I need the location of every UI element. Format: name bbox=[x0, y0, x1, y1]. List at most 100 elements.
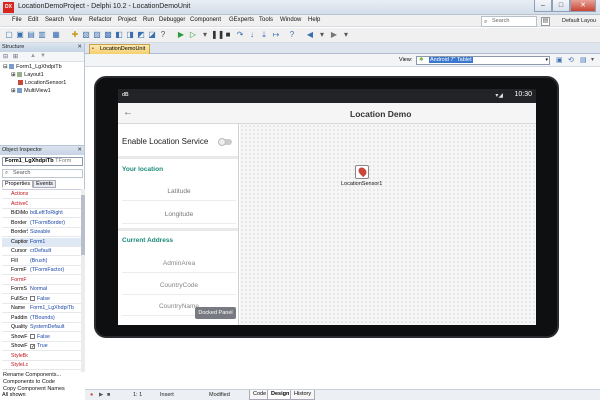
trace-line-icon[interactable]: ⤓ bbox=[259, 30, 269, 40]
property-row[interactable]: Quality SystemDefault bbox=[2, 323, 81, 332]
trace-into-icon[interactable]: ↓ bbox=[247, 30, 257, 40]
mask-icon[interactable]: ▤ bbox=[580, 56, 587, 64]
longitude-field[interactable]: Longitude bbox=[122, 205, 236, 224]
property-row[interactable]: FormF (TFormFactor) bbox=[2, 266, 81, 275]
menu-debugger[interactable]: Debugger bbox=[159, 17, 185, 23]
menu-search[interactable]: Search bbox=[45, 17, 64, 23]
property-filter[interactable]: All shown bbox=[2, 392, 26, 398]
property-row[interactable]: Cursor crDefault bbox=[2, 247, 81, 256]
stop-macro-icon[interactable]: ■ bbox=[107, 392, 110, 398]
play-icon[interactable]: ▶ bbox=[99, 392, 103, 398]
minimize-button[interactable]: – bbox=[534, 0, 552, 12]
pause-icon[interactable]: ❚❚ bbox=[211, 30, 224, 40]
maximize-button[interactable]: □ bbox=[552, 0, 570, 12]
desktop-layout-select[interactable]: Default Layou bbox=[556, 16, 600, 27]
save-icon[interactable]: ▤ bbox=[26, 30, 36, 40]
remove-file-icon[interactable]: ◨ bbox=[125, 30, 135, 40]
ide-search-input[interactable]: ⌕ Search bbox=[481, 16, 537, 27]
property-row[interactable]: BorderSSizeable bbox=[2, 228, 81, 237]
multiview-panel[interactable]: Enable Location Service Your location La… bbox=[118, 124, 239, 325]
menu-gexperts[interactable]: GExperts bbox=[229, 17, 254, 23]
property-row[interactable]: ActiveC bbox=[2, 200, 81, 209]
record-icon[interactable]: ● bbox=[90, 392, 93, 398]
property-value[interactable]: ✓ True bbox=[30, 342, 80, 350]
save-unit-icon[interactable]: ▨ bbox=[92, 30, 102, 40]
latitude-field[interactable]: Latitude bbox=[122, 182, 236, 201]
close-button[interactable]: ✕ bbox=[570, 0, 596, 12]
back-arrow-icon[interactable]: ◀ bbox=[305, 30, 315, 40]
property-value[interactable]: False bbox=[30, 295, 80, 303]
menu-file[interactable]: File bbox=[12, 17, 22, 23]
location-sensor-component[interactable] bbox=[355, 165, 369, 179]
menu-window[interactable]: Window bbox=[280, 17, 301, 23]
add-file-icon[interactable]: ◧ bbox=[114, 30, 124, 40]
tab-location-demo-unit[interactable]: ▪ LocationDemoUnit bbox=[89, 44, 151, 54]
dropdown-arrow-icon[interactable]: ▾ bbox=[200, 30, 210, 40]
tab-history[interactable]: History bbox=[290, 390, 316, 400]
open-icon[interactable]: ▣ bbox=[15, 30, 25, 40]
project-options-icon[interactable]: ◪ bbox=[147, 30, 157, 40]
collapse-icon[interactable]: ⊟ bbox=[3, 53, 8, 60]
open-project-icon[interactable]: ▦ bbox=[51, 30, 61, 40]
view-select[interactable]: ✱ Android 7" Tablet ▾ bbox=[416, 56, 550, 65]
orientation-icon[interactable]: ⟲ bbox=[568, 56, 574, 64]
property-value[interactable]: SystemDefault bbox=[30, 323, 80, 331]
property-value[interactable]: bdLeftToRight bbox=[30, 209, 80, 217]
toggle-form-icon[interactable]: ◩ bbox=[136, 30, 146, 40]
stop-icon[interactable]: ■ bbox=[223, 30, 233, 40]
docked-panel-badge[interactable]: Docked Panel bbox=[195, 307, 236, 319]
tree-item-layout[interactable]: ⊞ Layout1 bbox=[11, 72, 44, 78]
expand-icon[interactable]: ⊞ bbox=[13, 53, 18, 60]
location-switch[interactable] bbox=[218, 138, 232, 146]
property-value[interactable]: crDefault bbox=[30, 247, 80, 255]
checkbox[interactable]: ✓ bbox=[30, 344, 35, 350]
delphi-app-icon[interactable]: DX bbox=[3, 2, 14, 13]
property-value[interactable]: False bbox=[30, 333, 80, 341]
menu-run[interactable]: Run bbox=[143, 17, 154, 23]
checkbox[interactable] bbox=[30, 333, 35, 339]
tree-item-multiview[interactable]: ⊞ MultiView1 bbox=[11, 88, 51, 94]
forward-dropdown-icon[interactable]: ▾ bbox=[341, 30, 351, 40]
rename-components-link[interactable]: Rename Components... bbox=[0, 372, 85, 379]
close-file-icon[interactable]: ▩ bbox=[103, 30, 113, 40]
forward-arrow-icon[interactable]: ▶ bbox=[329, 30, 339, 40]
menu-help[interactable]: Help bbox=[308, 17, 320, 23]
new-file-icon[interactable]: ▢ bbox=[4, 30, 14, 40]
property-value[interactable]: Form1_LgXhdpiTb bbox=[30, 304, 80, 312]
property-value[interactable]: Normal bbox=[30, 285, 80, 293]
property-row[interactable]: FormS Normal bbox=[2, 285, 81, 294]
property-row[interactable]: StyleBo bbox=[2, 352, 81, 361]
menu-edit[interactable]: Edit bbox=[28, 17, 38, 23]
tree-item-form[interactable]: ⊟ Form1_LgXhdpiTb bbox=[3, 64, 62, 70]
device-settings-icon[interactable]: ▣ bbox=[556, 56, 563, 64]
property-row[interactable]: Name Form1_LgXhdpiTb bbox=[2, 304, 81, 313]
property-row[interactable]: BiDiMo bdLeftToRight bbox=[2, 209, 81, 218]
move-up-icon[interactable]: ▲ bbox=[30, 53, 36, 59]
property-row[interactable]: ShowF False bbox=[2, 333, 81, 342]
menu-view[interactable]: View bbox=[69, 17, 82, 23]
country-code-field[interactable]: CountryCode bbox=[122, 276, 236, 295]
help-icon[interactable]: ? bbox=[287, 30, 297, 40]
help-context-icon[interactable]: ? bbox=[158, 30, 168, 40]
property-value[interactable]: Form1 bbox=[30, 238, 80, 246]
property-row[interactable]: FormF bbox=[2, 276, 81, 285]
run-icon[interactable]: ▶ bbox=[176, 30, 186, 40]
open-folder-icon[interactable]: ▧ bbox=[81, 30, 91, 40]
property-row[interactable]: Fill (Brush) bbox=[2, 257, 81, 266]
property-search-input[interactable]: ⌕ Search bbox=[2, 169, 83, 178]
menu-refactor[interactable]: Refactor bbox=[89, 17, 112, 23]
property-value[interactable]: (Brush) bbox=[30, 257, 80, 265]
admin-area-field[interactable]: AdminArea bbox=[122, 254, 236, 273]
close-icon[interactable]: ✕ bbox=[77, 43, 82, 52]
tree-item-locationsensor[interactable]: LocationSensor1 bbox=[18, 80, 66, 86]
more-icon[interactable]: ▾ bbox=[591, 56, 594, 63]
run-without-debug-icon[interactable]: ▷ bbox=[188, 30, 198, 40]
property-value[interactable]: (TFormFactor) bbox=[30, 266, 80, 274]
property-row[interactable]: Actions bbox=[2, 190, 81, 199]
property-row[interactable]: Paddin (TBounds) bbox=[2, 314, 81, 323]
property-value[interactable]: (TBounds) bbox=[30, 314, 80, 322]
layout-icon[interactable]: ▤ bbox=[541, 17, 550, 26]
property-row[interactable]: ShowF ✓ True bbox=[2, 342, 81, 351]
menu-component[interactable]: Component bbox=[190, 17, 221, 23]
checkbox[interactable] bbox=[30, 295, 35, 301]
